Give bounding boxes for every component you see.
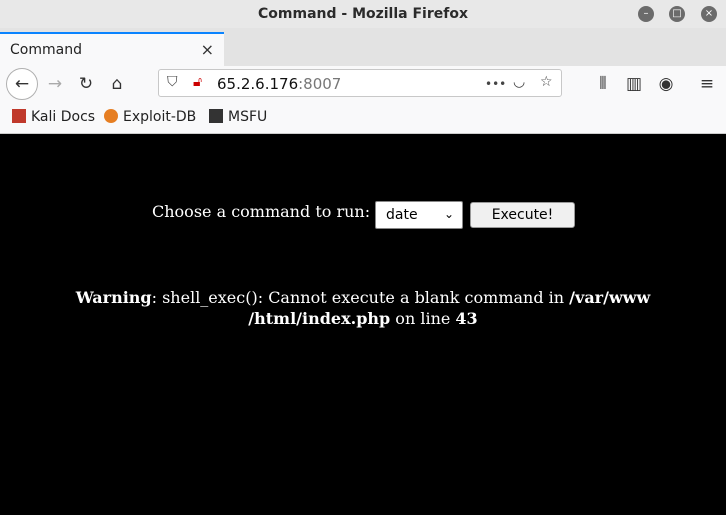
reload-icon[interactable]: ↻	[73, 71, 99, 97]
execute-button[interactable]: Execute!	[470, 202, 575, 228]
exploitdb-icon	[104, 109, 118, 123]
minimize-icon[interactable]: –	[638, 6, 654, 22]
url-text[interactable]: 65.2.6.176:8007	[217, 75, 341, 93]
close-window-icon[interactable]: ×	[701, 6, 717, 22]
tab-command[interactable]: Command ×	[0, 32, 224, 66]
library-icon[interactable]: ⫴	[590, 71, 616, 97]
maximize-icon[interactable]: □	[669, 6, 685, 22]
kali-docs-icon	[12, 109, 26, 123]
bookmark-exploit-db[interactable]: Exploit-DB	[104, 109, 196, 125]
msfu-icon	[209, 109, 223, 123]
bookmark-kali-docs[interactable]: Kali Docs	[12, 109, 95, 125]
bookmark-star-icon[interactable]: ☆	[540, 74, 553, 90]
shield-icon[interactable]: ⛉	[167, 74, 178, 90]
window-title: Command - Mozilla Firefox	[258, 6, 468, 22]
account-icon[interactable]: ◉	[653, 71, 679, 97]
tab-label: Command	[10, 42, 82, 58]
command-select-value: date	[386, 207, 418, 223]
url-bar[interactable]: ⛉ 🔓︎ 65.2.6.176:8007 ••• ◡ ☆	[158, 69, 562, 97]
pocket-icon[interactable]: ◡	[513, 74, 525, 90]
command-select[interactable]: date ⌄	[375, 201, 463, 229]
tab-close-icon[interactable]: ×	[201, 40, 214, 59]
command-prompt-label: Choose a command to run:	[152, 202, 371, 221]
back-icon[interactable]: ←	[6, 68, 38, 100]
forward-icon[interactable]: →	[42, 71, 68, 97]
tab-strip: Command × +	[0, 28, 726, 86]
php-warning: Warning: shell_exec(): Cannot execute a …	[75, 288, 651, 328]
insecure-lock-icon[interactable]: 🔓︎	[193, 74, 202, 90]
bookmarks-toolbar: Kali Docs Exploit-DB MSFU	[0, 102, 726, 134]
sidebar-icon[interactable]: ▥	[621, 71, 647, 97]
page-actions-icon[interactable]: •••	[485, 77, 506, 91]
nav-toolbar: ← → ↻ ⌂ ⛉ 🔓︎ 65.2.6.176:8007 ••• ◡ ☆ ⫴ ▥…	[0, 66, 726, 102]
home-icon[interactable]: ⌂	[104, 71, 130, 97]
window-titlebar: Command - Mozilla Firefox – □ ×	[0, 0, 726, 28]
menu-icon[interactable]: ≡	[694, 71, 720, 97]
chevron-down-icon: ⌄	[443, 207, 454, 221]
bookmark-msfu[interactable]: MSFU	[209, 109, 267, 125]
